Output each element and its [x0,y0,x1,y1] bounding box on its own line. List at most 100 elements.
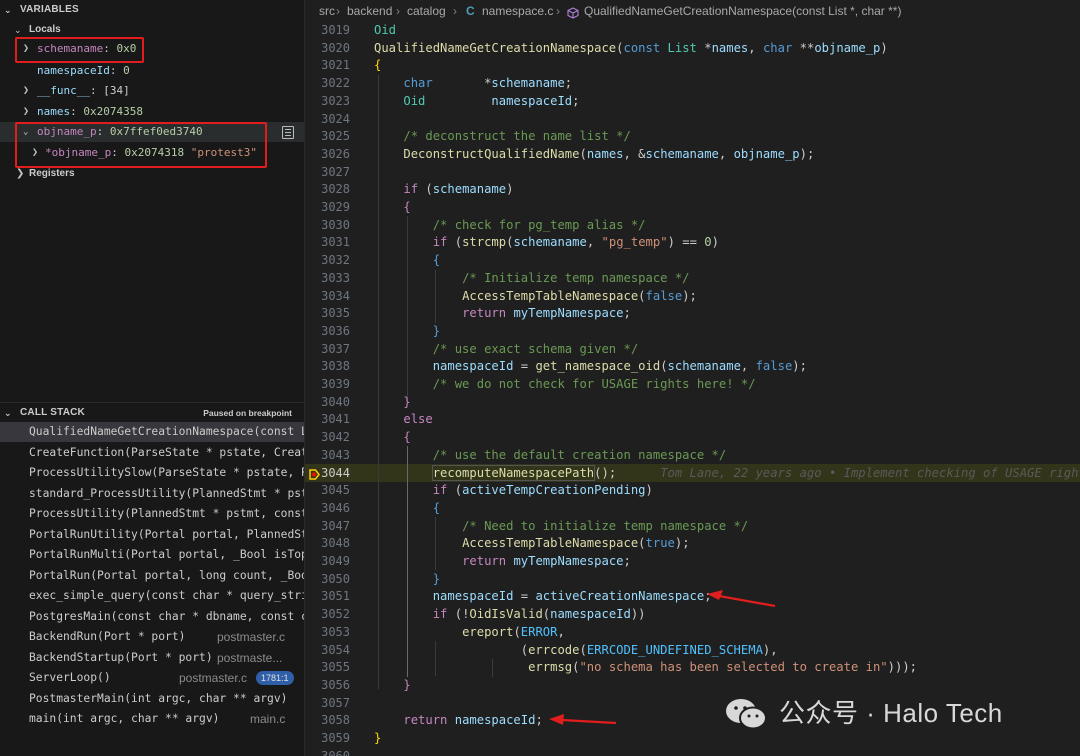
line-number[interactable]: 3050 [305,571,350,589]
code-line[interactable]: (errcode(ERRCODE_UNDEFINED_SCHEMA), [374,642,1080,660]
call-stack-frame[interactable]: ServerLoop() postmaster.c 1781:1 [0,668,304,688]
code-line[interactable]: return myTempNamespace; [374,305,1080,323]
code-line[interactable]: } [374,571,1080,589]
line-number[interactable]: 3028 [305,181,350,199]
code-line[interactable]: namespaceId = get_namespace_oid(schemana… [374,358,1080,376]
code-line[interactable] [374,164,1080,182]
code-line[interactable]: if (activeTempCreationPending) [374,482,1080,500]
code-line[interactable]: AccessTempTableNamespace(false); [374,288,1080,306]
variables-section-header[interactable]: ⌄ VARIABLES [0,0,304,20]
line-number[interactable]: 3031 [305,234,350,252]
line-number[interactable]: 3025 [305,128,350,146]
code-line[interactable]: errmsg("no schema has been selected to c… [374,659,1080,677]
line-number[interactable]: 3042 [305,429,350,447]
line-number[interactable]: 3027 [305,164,350,182]
call-stack-frame[interactable]: QualifiedNameGetCreationNamespace(const … [0,422,304,442]
code-line[interactable]: { [374,429,1080,447]
line-number[interactable]: 3052 [305,606,350,624]
line-number[interactable]: 3049 [305,553,350,571]
call-stack-frame[interactable]: ProcessUtility(PlannedStmt * pstmt, cons… [0,504,304,524]
code-line[interactable]: /* use the default creation namespace */ [374,447,1080,465]
line-number[interactable]: 3056 [305,677,350,695]
variable-names[interactable]: ❯ names: 0x2074358 [0,102,304,122]
breakpoint-paused-icon[interactable] [309,467,320,480]
line-number[interactable]: 3020 [305,40,350,58]
view-binary-data-icon[interactable] [282,126,294,139]
call-stack-frame[interactable]: PortalRunUtility(Portal portal, PlannedS… [0,525,304,545]
line-number[interactable]: 3047 [305,518,350,536]
code-line[interactable]: ereport(ERROR, [374,624,1080,642]
line-number[interactable]: 3024 [305,111,350,129]
line-number[interactable]: 3038 [305,358,350,376]
code-line[interactable]: /* we do not check for USAGE rights here… [374,376,1080,394]
line-number[interactable]: 3022 [305,75,350,93]
code-editor[interactable]: src › backend › catalog › C namespace.c … [305,0,1080,756]
code-line[interactable]: if (schemaname) [374,181,1080,199]
line-number[interactable]: 3029 [305,199,350,217]
line-number[interactable]: 3048 [305,535,350,553]
code-line[interactable]: { [374,57,1080,75]
breadcrumb-item[interactable]: catalog [407,0,446,22]
breadcrumb-item[interactable]: namespace.c [482,0,553,22]
code-line[interactable]: char *schemaname; [374,75,1080,93]
breadcrumb-item[interactable]: src [319,0,335,22]
variable-namespaceid[interactable]: namespaceId: 0 [0,61,304,81]
call-stack-frame[interactable]: PortalRun(Portal portal, long count, _Bo… [0,566,304,586]
call-stack-frame[interactable]: BackendRun(Port * port) postmaster.c [0,627,304,647]
code-line[interactable]: /* Initialize temp namespace */ [374,270,1080,288]
line-number[interactable]: 3034 [305,288,350,306]
line-number[interactable]: 3039 [305,376,350,394]
call-stack-frame[interactable]: BackendStartup(Port * port) postmaste... [0,648,304,668]
code-line[interactable]: /* deconstruct the name list */ [374,128,1080,146]
line-number[interactable]: 3026 [305,146,350,164]
call-stack-frame[interactable]: ProcessUtilitySlow(ParseState * pstate, … [0,463,304,483]
call-stack-frame[interactable]: standard_ProcessUtility(PlannedStmt * ps… [0,484,304,504]
call-stack-frame[interactable]: main(int argc, char ** argv) main.c [0,709,304,729]
line-number[interactable]: 3053 [305,624,350,642]
code-line[interactable]: { [374,199,1080,217]
code-line[interactable] [374,111,1080,129]
code-line[interactable]: Oid namespaceId; [374,93,1080,111]
call-stack-section-header[interactable]: ⌄ CALL STACK Paused on breakpoint [0,402,304,423]
line-number[interactable]: 3057 [305,695,350,713]
line-number[interactable]: 3037 [305,341,350,359]
code-line[interactable]: } [374,394,1080,412]
code-line[interactable]: return myTempNamespace; [374,553,1080,571]
code-line[interactable]: } [374,323,1080,341]
code-line[interactable]: /* Need to initialize temp namespace */ [374,518,1080,536]
line-number[interactable]: 3054 [305,642,350,660]
line-number[interactable]: 3046 [305,500,350,518]
code-line[interactable]: DeconstructQualifiedName(names, &scheman… [374,146,1080,164]
call-stack-frame[interactable]: CreateFunction(ParseState * pstate, Crea… [0,443,304,463]
line-number[interactable]: 3033 [305,270,350,288]
code-line[interactable]: if (strcmp(schemaname, "pg_temp") == 0) [374,234,1080,252]
line-number[interactable]: 3043 [305,447,350,465]
code-line[interactable]: Oid [374,22,1080,40]
line-number[interactable]: 3058 [305,712,350,730]
line-number[interactable]: 3019 [305,22,350,40]
call-stack-frame[interactable]: PostgresMain(const char * dbname, const … [0,607,304,627]
line-number[interactable]: 3036 [305,323,350,341]
code-line[interactable]: /* check for pg_temp alias */ [374,217,1080,235]
code-line[interactable]: { [374,252,1080,270]
call-stack-frame[interactable]: PortalRunMulti(Portal portal, _Bool isTo… [0,545,304,565]
code-line[interactable]: /* use exact schema given */ [374,341,1080,359]
breadcrumb-item[interactable]: QualifiedNameGetCreationNamespace(const … [584,0,901,22]
code-line[interactable] [374,748,1080,756]
line-number[interactable]: 3059 [305,730,350,748]
line-number[interactable]: 3045 [305,482,350,500]
line-number[interactable]: 3051 [305,588,350,606]
line-number[interactable]: 3023 [305,93,350,111]
code-line[interactable]: recomputeNamespacePath(); Tom Lane, 22 y… [374,464,1080,483]
line-number[interactable]: 3032 [305,252,350,270]
call-stack-frame[interactable]: exec_simple_query(const char * query_str… [0,586,304,606]
line-number[interactable]: 3030 [305,217,350,235]
line-number[interactable]: 3041 [305,411,350,429]
line-number[interactable]: 3060 [305,748,350,756]
call-stack-frame[interactable]: PostmasterMain(int argc, char ** argv) [0,689,304,709]
breadcrumb-item[interactable]: backend [347,0,392,22]
code-line[interactable]: QualifiedNameGetCreationNamespace(const … [374,40,1080,58]
line-number[interactable]: 3021 [305,57,350,75]
code-line[interactable]: AccessTempTableNamespace(true); [374,535,1080,553]
code-line[interactable]: else [374,411,1080,429]
